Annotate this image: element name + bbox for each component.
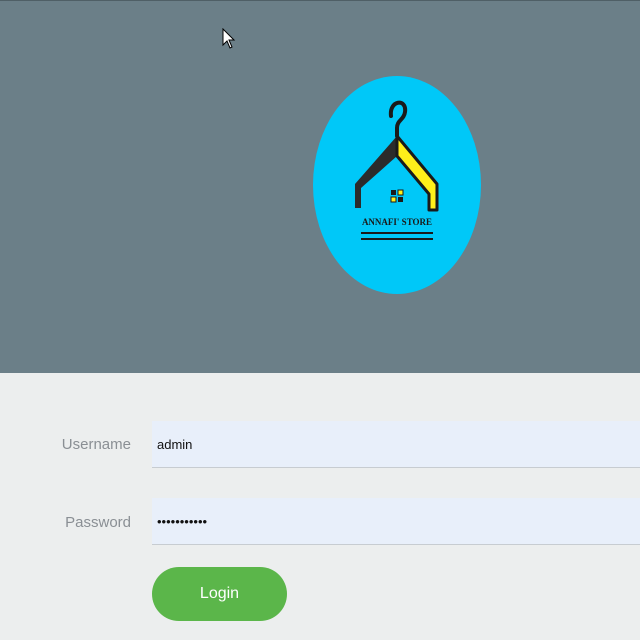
password-label: Password	[65, 514, 131, 531]
store-logo: ANNAFI' STORE	[313, 76, 481, 294]
header-banner: ANNAFI' STORE	[0, 0, 640, 373]
logo-circle	[313, 76, 481, 294]
brand-underline	[361, 232, 433, 234]
login-form: Username Password Login	[0, 373, 640, 640]
password-field[interactable]	[152, 498, 640, 545]
brand-underline-2	[361, 238, 433, 240]
mouse-pointer-icon	[222, 28, 236, 49]
login-button[interactable]: Login	[152, 567, 287, 621]
username-field[interactable]	[152, 421, 640, 468]
username-label: Username	[61, 436, 131, 453]
login-page: ANNAFI' STORE Username Password Login	[0, 0, 640, 640]
brand-text: ANNAFI' STORE	[362, 217, 432, 227]
